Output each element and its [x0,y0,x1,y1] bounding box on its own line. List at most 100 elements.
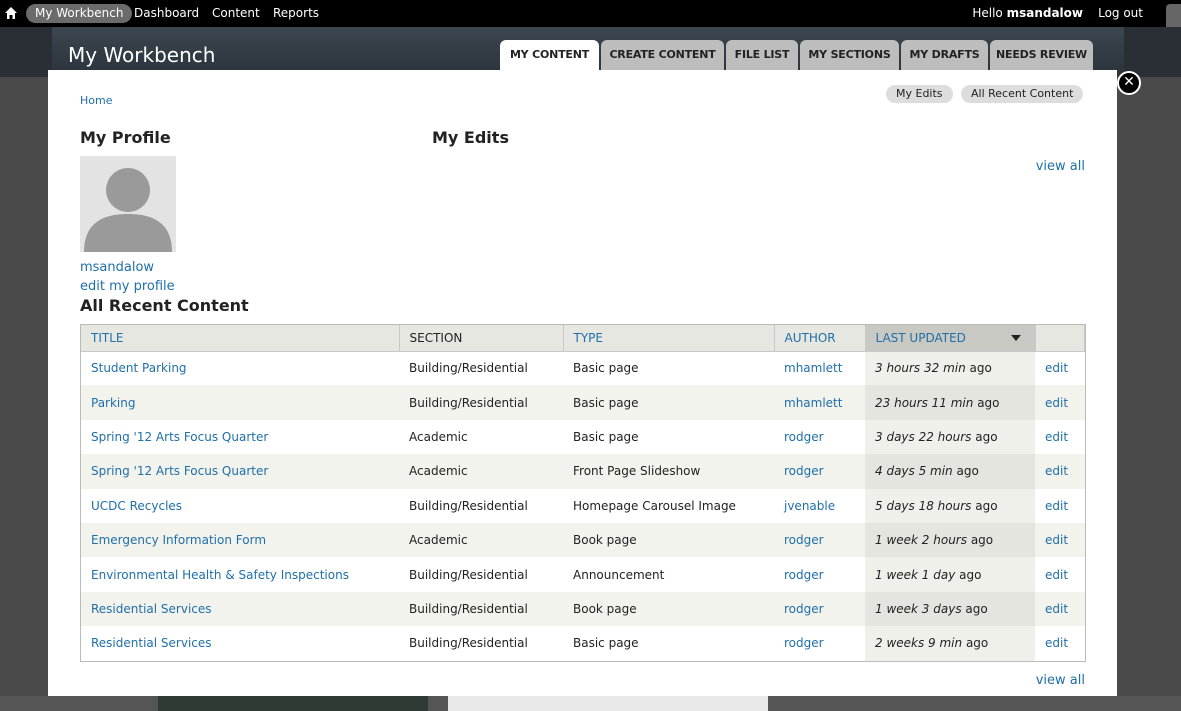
row-author-link[interactable]: mhamlett [784,361,842,375]
row-title: Spring '12 Arts Focus Quarter [81,454,399,489]
row-updated-duration: 1 week 3 days [875,601,962,616]
row-edit-link[interactable]: edit [1045,533,1068,547]
toolbar-toggle[interactable] [1166,4,1181,27]
row-actions: edit [1035,557,1085,591]
row-updated-duration: 3 days 22 hours [875,429,972,444]
row-updated-suffix: ago [975,429,998,444]
page-content-backdrop [0,696,1181,711]
column-header-last-updated[interactable]: LAST UPDATED [865,325,1036,352]
column-header-title[interactable]: TITLE [81,325,400,352]
recent-content-view-all-link[interactable]: view all [1036,673,1085,688]
profile-username-link[interactable]: msandalow [80,260,154,275]
row-title-link[interactable]: Environmental Health & Safety Inspection… [91,568,349,582]
row-last-updated: 3 days 22 hours ago [865,419,1035,455]
row-updated-suffix: ago [965,636,989,651]
row-updated-duration: 3 hours 32 min [875,361,966,376]
table-row: UCDC Recycles Building/Residential Homepag… [81,488,1085,523]
row-title: Residential Services [81,626,399,660]
column-header-author[interactable]: AUTHOR [774,325,866,352]
row-type: Basic page [573,429,639,444]
row-last-updated: 23 hours 11 min ago [865,385,1035,420]
my-edits-view-all-link[interactable]: view all [1036,159,1085,174]
my-edits-filter-button[interactable]: My Edits [886,85,953,103]
row-actions: edit [1035,454,1085,489]
row-actions: edit [1035,626,1085,660]
row-author: rodger [774,557,865,591]
row-type: Homepage Carousel Image [573,498,736,513]
tab-my-drafts[interactable]: MY DRAFTS [901,40,988,70]
greeting-username[interactable]: msandalow [1007,6,1083,20]
row-author-link[interactable]: rodger [784,533,824,547]
row-title: UCDC Recycles [81,489,399,523]
toolbar-item-my-workbench[interactable]: My Workbench [26,4,133,23]
row-title-link[interactable]: Residential Services [91,636,212,650]
row-type: Book page [563,591,774,627]
column-header-section: SECTION [399,325,564,352]
all-recent-content-filter-button[interactable]: All Recent Content [961,85,1084,103]
row-title-link[interactable]: Emergency Information Form [91,533,266,547]
table-row: Environmental Health & Safety Inspection… [81,557,1085,592]
row-title-link[interactable]: Spring '12 Arts Focus Quarter [91,464,268,478]
home-icon[interactable] [4,6,18,20]
row-updated-duration: 1 week 1 day [875,567,956,582]
toolbar-item-content[interactable]: Content [203,4,269,23]
row-edit-link[interactable]: edit [1045,396,1068,410]
row-author: rodger [774,626,865,660]
row-updated-suffix: ago [975,498,998,513]
table-header-row: TITLE SECTION TYPE AUTHOR LAST UPDATED [81,325,1085,352]
row-author-link[interactable]: rodger [784,430,824,444]
table-row: Spring '12 Arts Focus Quarter Academic Bas… [81,419,1085,455]
row-edit-link[interactable]: edit [1045,499,1068,513]
row-actions: edit [1035,522,1085,558]
breadcrumb[interactable]: Home [80,94,112,107]
row-author-link[interactable]: rodger [784,568,824,582]
row-edit-link[interactable]: edit [1045,361,1068,375]
row-type: Book page [563,522,774,558]
row-title: Residential Services [81,591,399,627]
row-updated-suffix: ago [965,601,988,616]
edit-profile-link[interactable]: edit my profile [80,279,175,294]
row-section: Academic [409,429,468,444]
close-icon[interactable]: ✕ [1117,71,1141,95]
row-author: rodger [774,454,865,489]
row-type: Basic page [563,385,774,420]
row-title: Environmental Health & Safety Inspection… [81,557,399,591]
row-edit-link[interactable]: edit [1045,602,1068,616]
all-recent-content-heading: All Recent Content [80,296,249,315]
tab-my-content[interactable]: MY CONTENT [500,40,599,70]
logout-link[interactable]: Log out [1098,4,1143,23]
row-title-link[interactable]: Spring '12 Arts Focus Quarter [91,430,268,444]
row-author-link[interactable]: mhamlett [784,396,842,410]
row-section: Building/Residential [409,498,528,513]
row-author-link[interactable]: rodger [784,602,824,616]
row-title-link[interactable]: Student Parking [91,361,187,375]
tab-my-sections[interactable]: MY SECTIONS [800,40,899,70]
row-title-link[interactable]: UCDC Recycles [91,499,182,513]
row-last-updated: 2 weeks 9 min ago [865,626,1035,661]
row-edit-link[interactable]: edit [1045,430,1068,444]
row-actions: edit [1035,351,1085,385]
row-title-link[interactable]: Residential Services [91,602,212,616]
row-section: Building/Residential [409,361,528,376]
tab-create-content[interactable]: CREATE CONTENT [601,40,724,70]
row-author-link[interactable]: jvenable [784,499,835,513]
tab-needs-review[interactable]: NEEDS REVIEW [990,40,1093,70]
toolbar-item-reports[interactable]: Reports [264,4,328,23]
row-edit-link[interactable]: edit [1045,464,1068,478]
row-author-link[interactable]: rodger [784,464,824,478]
row-type: Basic page [573,636,639,651]
row-title-link[interactable]: Parking [91,396,136,410]
tab-file-list[interactable]: FILE LIST [726,40,798,70]
column-header-type[interactable]: TYPE [563,325,775,352]
row-author-link[interactable]: rodger [784,636,824,650]
row-edit-link[interactable]: edit [1045,568,1068,582]
row-last-updated: 5 days 18 hours ago [865,488,1035,523]
row-author: mhamlett [774,351,865,385]
my-profile-heading: My Profile [80,128,171,147]
toolbar-item-dashboard[interactable]: Dashboard [125,4,208,23]
table-row: Residential Services Building/Residential… [81,626,1085,661]
column-header-actions [1035,325,1085,352]
table-row: Parking Building/Residential Basic page mha… [81,385,1085,420]
row-edit-link[interactable]: edit [1045,636,1068,650]
row-section: Academic [399,454,563,489]
